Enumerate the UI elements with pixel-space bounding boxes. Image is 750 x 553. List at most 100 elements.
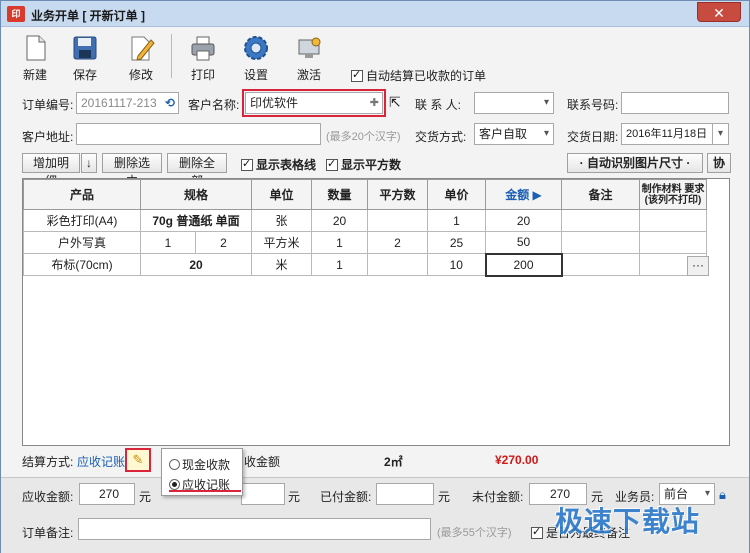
ar-amount-value: 270 <box>98 487 120 501</box>
discount-field[interactable] <box>241 483 285 505</box>
settle-value[interactable]: 应收记账 <box>77 453 125 470</box>
cell-note[interactable] <box>561 209 640 232</box>
cell-material[interactable] <box>639 209 707 232</box>
window-title: 业务开单 [ 开新订单 ] <box>31 9 145 23</box>
settings-label: 设置 <box>243 68 268 82</box>
discount-yuan-label: 元 <box>288 490 301 504</box>
auto-settle-check-mark[interactable] <box>351 68 363 82</box>
print-button[interactable]: 打印 <box>181 32 225 82</box>
cell-amount[interactable]: 20 <box>485 209 562 232</box>
edit-settle-button[interactable]: ✎ <box>125 448 151 472</box>
paid-field[interactable] <box>376 483 434 505</box>
refresh-icon[interactable]: ⟲ <box>165 93 175 113</box>
col-header-material[interactable]: 制作材料 要求 (该列不打印) <box>639 179 707 210</box>
cell-product[interactable]: 彩色打印(A4) <box>23 209 141 232</box>
table-row[interactable]: 彩色打印(A4) 70g 普通纸 单面 张 20 1 20 <box>23 209 707 232</box>
table-row[interactable]: 布标(70cm) 20 米 1 10 200 <box>23 252 707 277</box>
show-gridlines-check[interactable] <box>241 157 253 171</box>
col-header-product[interactable]: 产品 <box>23 179 141 210</box>
col-header-note[interactable]: 备注 <box>561 179 640 210</box>
cell-qty[interactable]: 1 <box>311 231 368 254</box>
cell-amount[interactable]: 50 <box>485 231 562 254</box>
paid-yuan-label: 元 <box>438 490 451 504</box>
show-gridlines-checkbox[interactable]: 显示表格线 <box>241 156 316 173</box>
customer-label: 客户名称: <box>188 98 240 112</box>
cell-product[interactable]: 户外写真 <box>23 231 141 254</box>
chevron-down-icon[interactable]: ▾ <box>712 124 728 144</box>
cell-note[interactable] <box>561 231 640 254</box>
toolbar-divider <box>171 34 172 78</box>
ar-radio[interactable] <box>169 479 180 490</box>
show-sqm-checkbox[interactable]: 显示平方数 <box>326 156 401 173</box>
contact-dropdown[interactable]: ▾ <box>474 92 554 114</box>
cell-note[interactable] <box>561 253 640 276</box>
save-button[interactable]: 保存 <box>63 32 107 82</box>
show-sqm-check[interactable] <box>326 157 338 171</box>
auto-recognize-button[interactable]: · 自动识别图片尺寸 · <box>567 153 703 173</box>
auto-settle-checkbox[interactable]: 自动结算已收款的订单 <box>351 67 486 84</box>
edit-button[interactable]: 修改 <box>119 32 163 82</box>
col-header-amount[interactable]: 金额 ▶ <box>485 179 562 210</box>
cell-product[interactable]: 布标(70cm) <box>23 253 141 276</box>
show-gridlines-label: 显示表格线 <box>256 158 317 172</box>
move-down-button[interactable]: ↓ <box>81 153 97 173</box>
watermark-logo: 极速下载站 <box>555 506 701 537</box>
date-value: 2016年11月18日 <box>626 128 708 140</box>
close-button[interactable]: ✕ <box>697 2 741 22</box>
col-header-price[interactable]: 单价 <box>427 179 486 210</box>
cell-qty[interactable]: 20 <box>311 209 368 232</box>
cell-unit[interactable]: 米 <box>251 253 312 276</box>
printer-icon <box>191 36 215 61</box>
new-button[interactable]: 新建 <box>13 32 57 82</box>
date-picker[interactable]: 2016年11月18日 ▾ <box>621 123 729 145</box>
chevron-down-icon: ▾ <box>543 97 549 108</box>
address-label: 客户地址: <box>22 130 74 144</box>
cell-material[interactable] <box>639 231 707 254</box>
cell-unit[interactable]: 平方米 <box>251 231 312 254</box>
paid-label: 已付金额: <box>320 490 372 504</box>
col-header-unit[interactable]: 单位 <box>251 179 312 210</box>
lock-icon[interactable]: 🔒︎ <box>719 487 726 503</box>
cash-option[interactable]: 现金收款 <box>169 456 230 473</box>
phone-field[interactable] <box>621 92 729 114</box>
cell-price[interactable]: 25 <box>427 231 486 254</box>
cell-price[interactable]: 1 <box>427 209 486 232</box>
delete-all-button[interactable]: 删除全部 <box>167 153 227 188</box>
cell-amount-active[interactable]: 200 <box>484 252 563 277</box>
order-no-field[interactable]: 20161117-213 ⟲ <box>76 92 179 114</box>
col-header-spec[interactable]: 规格 <box>140 179 252 210</box>
activate-button[interactable]: 激活 <box>287 32 331 82</box>
ar-amount-field[interactable]: 270 <box>79 483 135 505</box>
col-header-sqm[interactable]: 平方数 <box>367 179 428 210</box>
table-row[interactable]: 户外写真 1 2 平方米 1 2 25 50 <box>23 231 707 254</box>
cell-spec-height[interactable]: 2 <box>195 231 252 254</box>
cell-price[interactable]: 10 <box>427 253 486 276</box>
cell-spec[interactable]: 20 <box>140 253 252 276</box>
cell-sqm[interactable]: 2 <box>367 231 428 254</box>
address-field[interactable] <box>76 123 321 145</box>
chevron-down-icon: ▾ <box>704 488 710 499</box>
cell-unit[interactable]: 张 <box>251 209 312 232</box>
col-header-qty[interactable]: 数量 <box>311 179 368 210</box>
toolbar: 新建 保存 修改 打印 设置 激活 ✓ 自动结算已收款的订单 <box>1 28 749 84</box>
row-more-button[interactable]: ··· <box>687 256 709 276</box>
total-amount: ¥270.00 <box>495 453 539 467</box>
cash-radio[interactable] <box>169 459 180 470</box>
cell-spec[interactable]: 70g 普通纸 单面 <box>140 209 252 232</box>
delivery-dropdown[interactable]: 客户自取 ▾ <box>474 123 554 145</box>
order-table: 产品 规格 单位 数量 平方数 单价 金额 ▶ 备注 制作材料 要求 (该列不打… <box>23 179 707 277</box>
final-remark-check[interactable] <box>531 525 543 539</box>
cell-sqm[interactable] <box>367 209 428 232</box>
remark-field[interactable] <box>78 518 431 540</box>
cell-sqm[interactable] <box>367 253 428 276</box>
order-no-label: 订单编号: <box>22 98 74 112</box>
help-button[interactable]: 协 <box>707 153 731 173</box>
cell-spec-width[interactable]: 1 <box>140 231 196 254</box>
add-detail-button[interactable]: 增加明细 <box>22 153 80 188</box>
key-computer-icon <box>298 37 321 58</box>
settings-button[interactable]: 设置 <box>234 32 278 82</box>
receivable-label: 收金额 <box>244 455 281 469</box>
customer-highlight <box>242 89 386 117</box>
delete-selected-button[interactable]: 删除选中 <box>102 153 162 188</box>
cell-qty[interactable]: 1 <box>311 253 368 276</box>
